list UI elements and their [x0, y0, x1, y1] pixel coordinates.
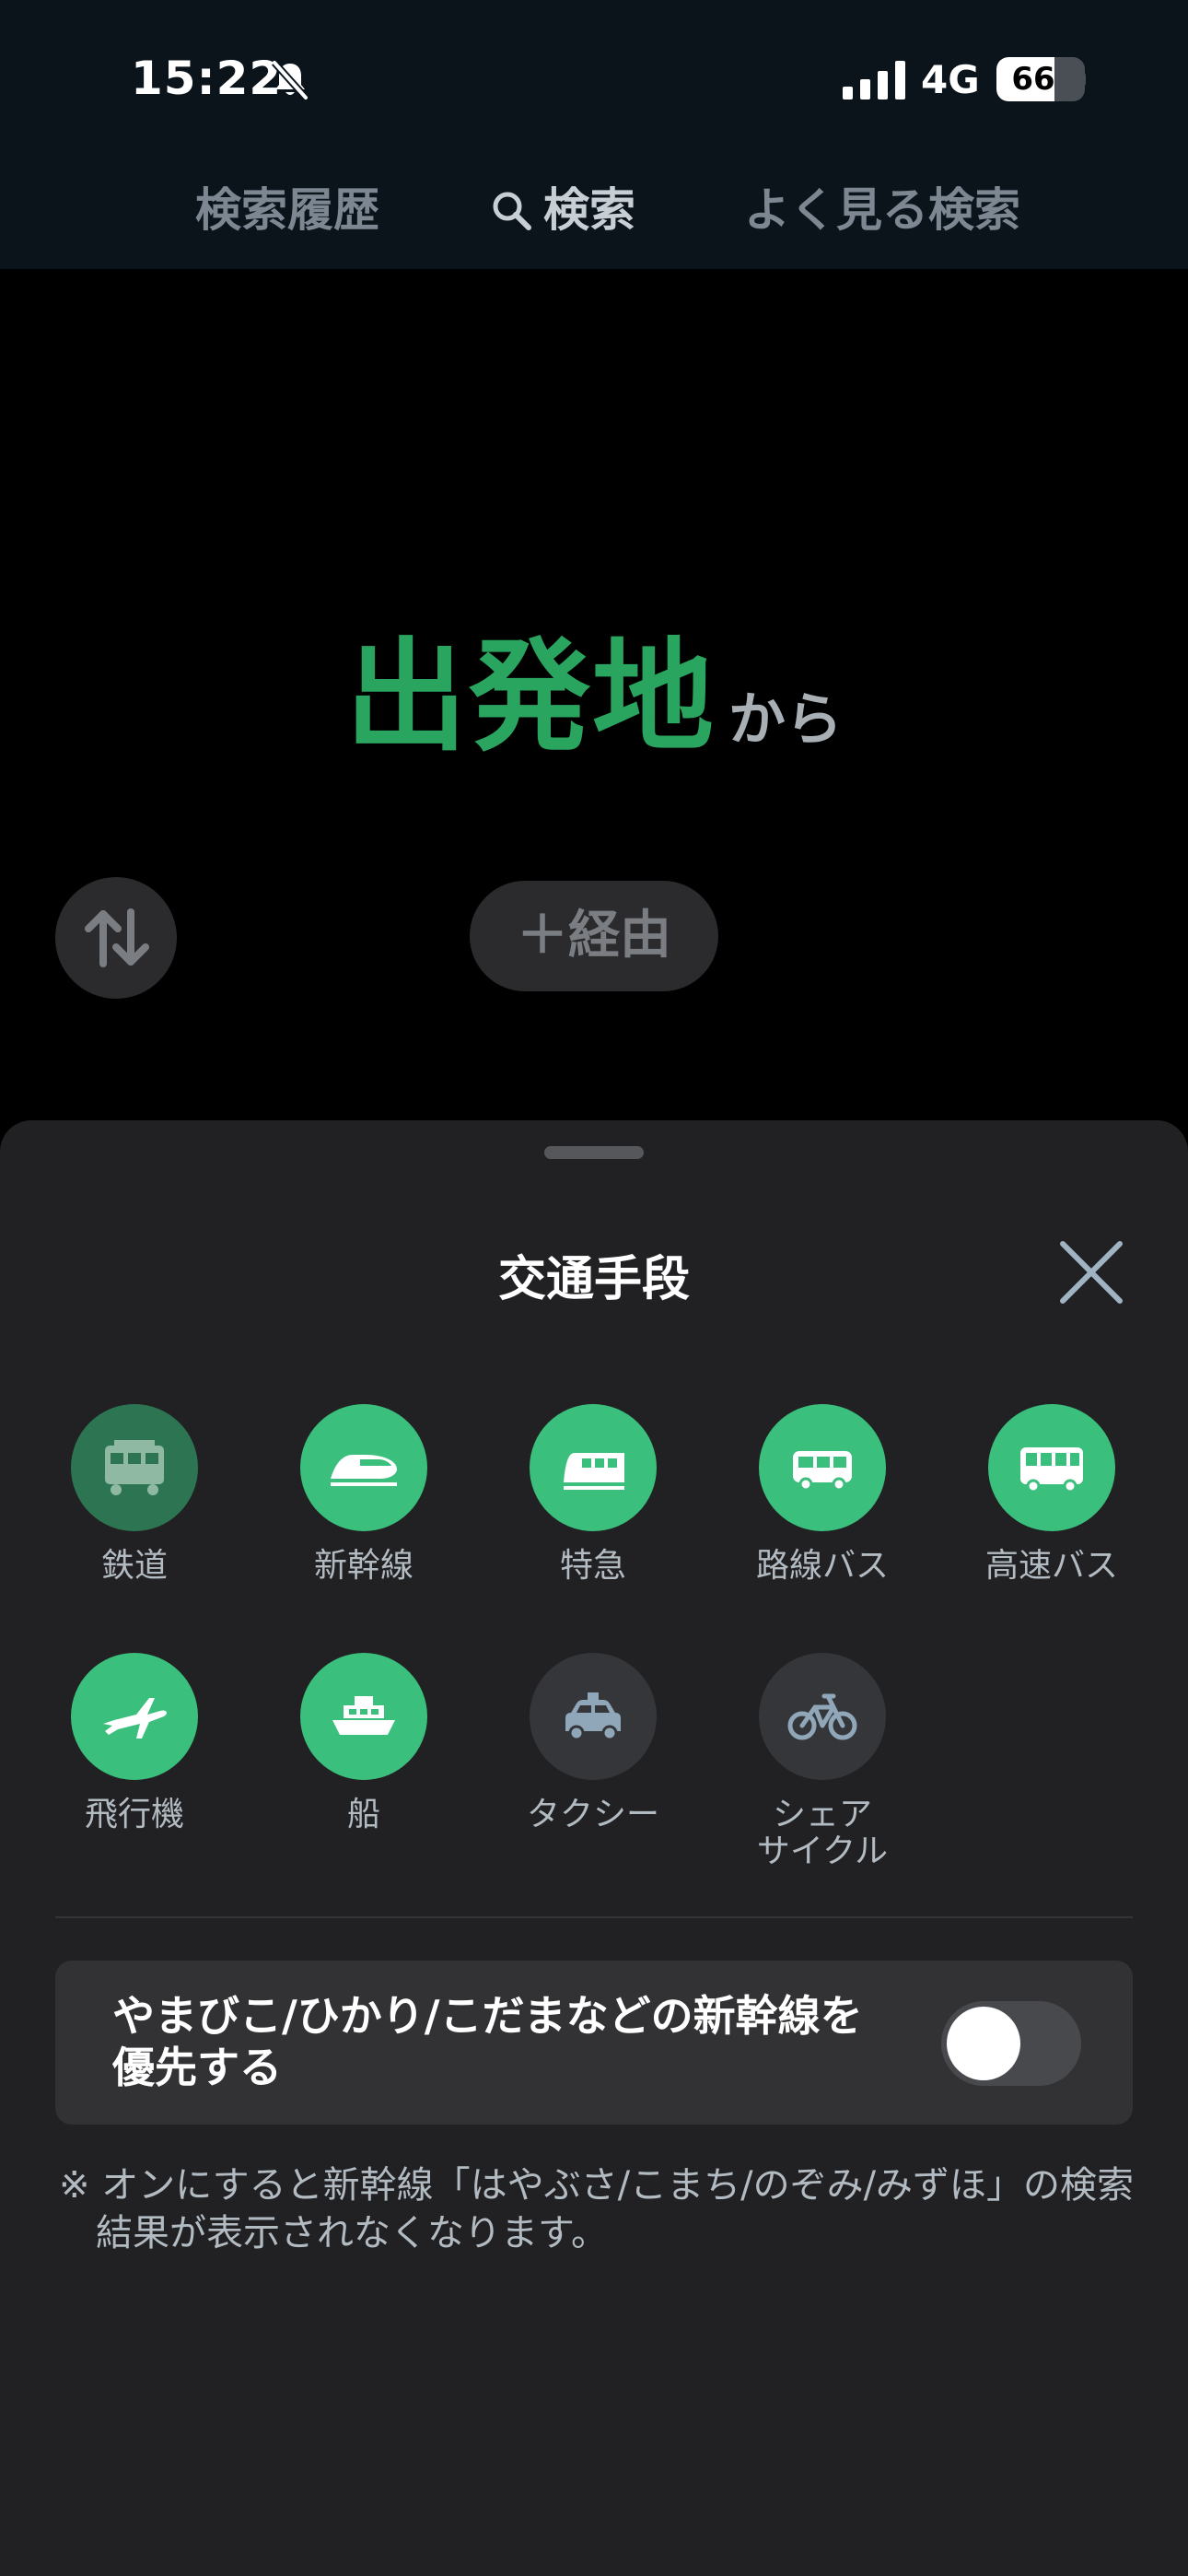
swap-button[interactable] [55, 877, 177, 999]
bus-icon [793, 1451, 852, 1492]
swap-vertical-icon [85, 908, 149, 967]
toggle-knob [947, 2007, 1020, 2080]
tab-search-history[interactable]: 検索履歴 [195, 173, 379, 247]
mode-shinkansen[interactable]: 新幹線 [272, 1404, 456, 1585]
tab-frequent-search[interactable]: よく見る検索 [744, 173, 1020, 247]
train-icon [105, 1440, 164, 1495]
close-icon[interactable] [1050, 1231, 1133, 1314]
mode-train[interactable]: 鉄道 [42, 1404, 227, 1585]
mode-label: 飛行機 [84, 1796, 184, 1833]
header-tabs: 検索履歴 検索 よく見る検索 [0, 173, 1188, 247]
bullet-train-icon [331, 1455, 397, 1486]
airplane-icon [103, 1698, 167, 1739]
mode-toggle [530, 1653, 657, 1780]
mode-taxi[interactable]: タクシー [501, 1653, 685, 1833]
bicycle-icon [787, 1693, 857, 1740]
mode-toggle [530, 1404, 657, 1531]
mode-label: シェア サイクル [756, 1796, 889, 1870]
ship-icon [332, 1696, 395, 1735]
battery-level: 66 [1011, 61, 1055, 98]
mode-toggle [71, 1653, 198, 1780]
shinkansen-preference-toggle[interactable] [941, 2001, 1081, 2086]
highway-bus-icon [1020, 1447, 1083, 1493]
battery-cap [1077, 71, 1086, 88]
sheet-title: 交通手段 [497, 1252, 690, 1307]
battery-icon: 66 [996, 57, 1085, 101]
express-train-icon [564, 1453, 624, 1490]
mode-label: タクシー [526, 1796, 659, 1833]
tab-label: 検索 [543, 183, 635, 237]
mode-label: 路線バス [755, 1547, 889, 1585]
mode-toggle [300, 1653, 427, 1780]
tab-search[interactable]: 検索 [490, 173, 635, 247]
tab-label: 検索履歴 [195, 183, 379, 237]
top-bar: 15:22 4G 66 検索履歴 検索 よく見る検索 [0, 0, 1188, 269]
origin-placeholder: 出発地 [344, 626, 716, 768]
mode-ship[interactable]: 船 [272, 1653, 456, 1833]
mode-highway-bus[interactable]: 高速バス [960, 1404, 1144, 1585]
origin-input[interactable]: 出発地 から [0, 599, 1188, 775]
search-icon [493, 192, 531, 230]
mode-label: 高速バス [984, 1547, 1118, 1585]
mode-label: 新幹線 [313, 1547, 413, 1585]
mode-toggle [759, 1653, 886, 1780]
status-time: 15:22 [131, 52, 283, 105]
section-divider [55, 1916, 1133, 1918]
shinkansen-preference-label: やまびこ/ひかり/こだまなどの新幹線を優先する [112, 1991, 863, 2092]
mode-toggle [988, 1404, 1115, 1531]
origin-suffix: から [728, 685, 843, 753]
screen: 15:22 4G 66 検索履歴 検索 よく見る検索 出発地 から ＋経由 交通… [0, 0, 1188, 2576]
mode-toggle [300, 1404, 427, 1531]
transport-mode-sheet: 交通手段 鉄道 新幹線 特急 路線バス 高速バス 飛行機 船 タクシー シェア … [0, 1120, 1188, 2576]
shinkansen-note: ※ オンにすると新幹線「はやぶさ/こまち/のぞみ/みずほ」の検索結果が表示されな… [59, 2164, 1135, 2254]
shinkansen-preference-card: やまびこ/ひかり/こだまなどの新幹線を優先する [55, 1961, 1133, 2125]
taxi-icon [565, 1692, 621, 1741]
tab-label: よく見る検索 [744, 183, 1020, 237]
mode-label: 特急 [559, 1547, 626, 1585]
mode-toggle [71, 1404, 198, 1531]
mode-label: 鉄道 [100, 1547, 168, 1585]
network-type: 4G [921, 57, 980, 102]
add-via-button[interactable]: ＋経由 [470, 881, 718, 991]
mode-share-cycle[interactable]: シェア サイクル [730, 1653, 914, 1870]
sheet-grabber[interactable] [544, 1146, 644, 1159]
mode-toggle [759, 1404, 886, 1531]
mode-limited-express[interactable]: 特急 [501, 1404, 685, 1585]
bell-muted-icon [272, 60, 309, 100]
cellular-signal-icon [843, 61, 905, 100]
mode-label: 船 [346, 1796, 380, 1833]
mode-airplane[interactable]: 飛行機 [42, 1653, 227, 1833]
mode-route-bus[interactable]: 路線バス [730, 1404, 914, 1585]
